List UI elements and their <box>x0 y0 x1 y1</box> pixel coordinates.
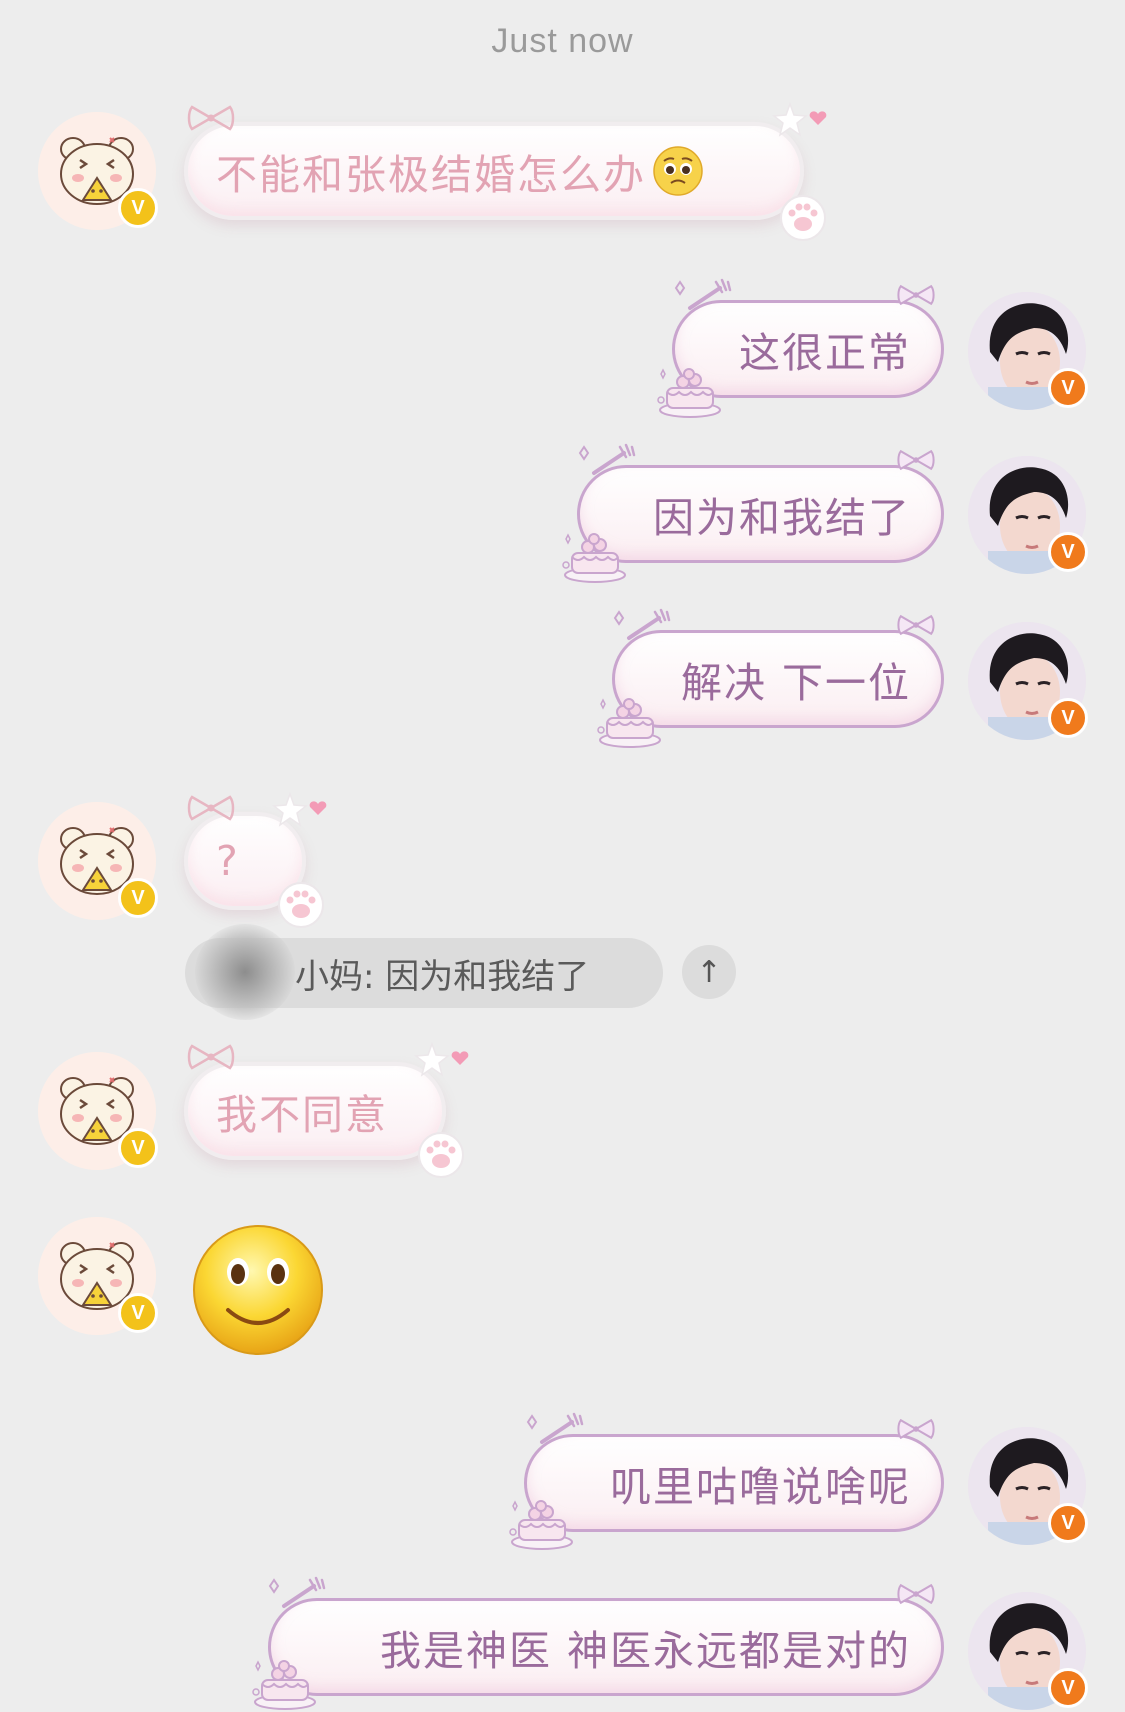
smiley-face-icon[interactable] <box>190 1222 326 1358</box>
message-bubble[interactable]: 我不同意 <box>184 1062 446 1160</box>
sender-avatar[interactable]: V <box>38 1052 158 1170</box>
message-bubble[interactable]: 叽里咕噜说啥呢 <box>524 1434 944 1532</box>
my-avatar[interactable]: V <box>968 1592 1088 1710</box>
verified-badge-icon: V <box>1048 698 1088 738</box>
my-avatar[interactable]: V <box>968 292 1088 410</box>
message-text: 这很正常 <box>739 329 911 377</box>
blurred-avatar <box>195 924 295 1020</box>
message-bubble[interactable]: 解决 下一位 <box>612 630 944 728</box>
message-bubble[interactable]: 我是神医 神医永远都是对的 <box>268 1598 944 1696</box>
sender-avatar[interactable]: V <box>38 112 158 230</box>
message-text: 我是神医 神医永远都是对的 <box>379 1627 911 1675</box>
quoted-message[interactable]: 小妈: 因为和我结了 <box>185 924 663 1020</box>
verified-badge-icon: V <box>118 1128 158 1168</box>
verified-badge-icon: V <box>1048 1668 1088 1708</box>
verified-badge-icon: V <box>118 878 158 918</box>
verified-badge-icon: V <box>118 1293 158 1333</box>
sender-avatar[interactable]: V <box>38 802 158 920</box>
message-bubble[interactable]: 因为和我结了 <box>577 465 944 563</box>
scroll-to-top-icon[interactable]: ↑ <box>682 945 736 999</box>
message-timestamp: Just now <box>491 22 634 60</box>
verified-badge-icon: V <box>1048 368 1088 408</box>
message-bubble[interactable]: 这很正常 <box>672 300 944 398</box>
verified-badge-icon: V <box>1048 532 1088 572</box>
message-text: 因为和我结了 <box>653 494 911 542</box>
message-text: 解决 下一位 <box>680 659 911 707</box>
message-bubble[interactable]: ? <box>184 812 306 910</box>
sender-avatar[interactable]: V <box>38 1217 158 1335</box>
message-text: ? <box>216 837 240 885</box>
message-text: 我不同意 <box>216 1091 388 1139</box>
verified-badge-icon: V <box>1048 1503 1088 1543</box>
my-avatar[interactable]: V <box>968 1427 1088 1545</box>
my-avatar[interactable]: V <box>968 456 1088 574</box>
message-bubble[interactable]: 不能和张极结婚怎么办 <box>184 122 804 220</box>
quoted-message-text: 小妈: 因为和我结了 <box>295 956 590 997</box>
verified-badge-icon: V <box>118 188 158 228</box>
my-avatar[interactable]: V <box>968 622 1088 740</box>
message-text: 叽里咕噜说啥呢 <box>610 1463 911 1511</box>
message-text: 不能和张极结婚怎么办 <box>216 151 646 199</box>
pleading-face-icon <box>653 146 703 196</box>
